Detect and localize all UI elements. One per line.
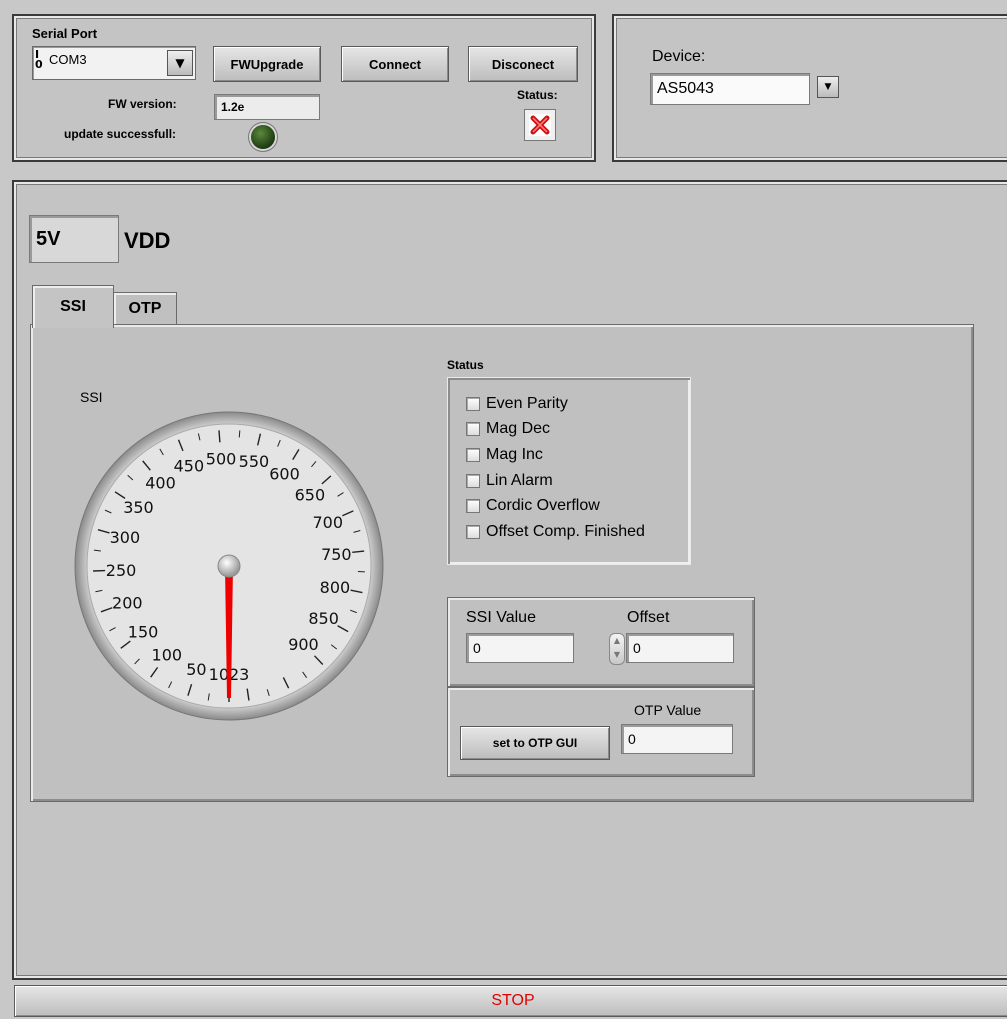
disconnect-button[interactable]: Disconect [468, 46, 578, 82]
status-item-mag-inc: Mag Inc [466, 442, 645, 468]
update-led [251, 125, 275, 149]
gauge-tick-label: 200 [112, 593, 143, 612]
checkbox [466, 499, 480, 514]
set-to-otp-gui-button[interactable]: set to OTP GUI [460, 726, 610, 760]
ssi-value-field: 0 [466, 633, 574, 663]
tab-ssi[interactable]: SSI [32, 285, 114, 328]
status-item-label: Even Parity [486, 394, 568, 412]
offset-stepper-icon[interactable]: ▲ ▼ [609, 633, 625, 665]
gauge-tick-label: 600 [269, 464, 300, 483]
gauge-knob [217, 554, 241, 578]
port-select[interactable]: I0 COM3 ▼ [32, 46, 196, 80]
status-list: Even Parity Mag Dec Mag Inc Lin Alarm Co… [466, 391, 645, 545]
device-dropdown-icon[interactable]: ▼ [817, 76, 839, 98]
status-item-mag-dec: Mag Dec [466, 417, 645, 443]
gauge-tick-label: 750 [321, 545, 352, 564]
gauge-tick-label: 850 [308, 609, 339, 628]
vdd-label: VDD [124, 228, 171, 253]
gauge-tick-label: 550 [239, 452, 270, 471]
status-item-cordic-overflow: Cordic Overflow [466, 493, 645, 519]
gauge-tick-label: 650 [295, 485, 326, 504]
status-item-label: Offset Comp. Finished [486, 522, 645, 540]
ssi-value-label: SSI Value [466, 609, 536, 626]
offset-label: Offset [627, 609, 670, 626]
checkbox [466, 447, 480, 462]
gauge-tick-label: 300 [110, 528, 141, 547]
status-item-label: Cordic Overflow [486, 497, 600, 515]
gauge-tick-label: 350 [123, 498, 154, 517]
tab-otp[interactable]: OTP [113, 292, 177, 325]
io-port-icon: I0 [35, 48, 43, 71]
fw-upgrade-button[interactable]: FWUpgrade [213, 46, 321, 82]
status-item-offset-comp-finished: Offset Comp. Finished [466, 519, 645, 545]
status-item-label: Mag Dec [486, 420, 551, 438]
port-value: COM3 [49, 52, 87, 67]
gauge-tick [218, 430, 221, 443]
device-label: Device: [652, 48, 706, 65]
status-item-even-parity: Even Parity [466, 391, 645, 417]
gauge-label: SSI [80, 389, 103, 405]
gauge-tick-label: 900 [288, 635, 319, 654]
otp-value-label: OTP Value [634, 702, 702, 718]
serial-port-title: Serial Port [32, 26, 98, 41]
gauge-tick-label: 500 [206, 449, 237, 468]
status-item-label: Lin Alarm [486, 471, 553, 489]
connect-button[interactable]: Connect [341, 46, 449, 82]
gauge-tick-label: 100 [152, 645, 183, 664]
gauge-tick-label: 250 [106, 561, 137, 580]
stop-label: STOP [491, 992, 535, 1009]
red-x-icon [524, 109, 556, 141]
ssi-gauge: 50100 150 200 250 300 350 400450 500 550600 650 70… [74, 411, 384, 721]
fw-version-label: FW version: [108, 97, 177, 111]
gauge-tick [238, 430, 241, 438]
chevron-down-icon[interactable]: ▼ [167, 50, 193, 76]
gauge-tick-label: 700 [312, 513, 343, 532]
device-field[interactable]: AS5043 [650, 73, 810, 105]
checkbox [466, 396, 480, 411]
stop-button[interactable]: STOP [14, 985, 1007, 1017]
fw-version-field: 1.2e [214, 94, 320, 120]
gauge-tick-label: 450 [174, 457, 205, 476]
update-label: update successfull: [64, 127, 177, 141]
checkbox [466, 422, 480, 437]
gauge-tick-label: 50 [186, 660, 206, 679]
gauge-tick-label: 400 [145, 474, 176, 493]
gauge-tick-label: 800 [320, 578, 351, 597]
status-item-lin-alarm: Lin Alarm [466, 468, 645, 494]
otp-value-field: 0 [621, 724, 733, 754]
checkbox [466, 473, 480, 488]
checkbox [466, 524, 480, 539]
status-group-title: Status [447, 358, 484, 372]
status-item-label: Mag Inc [486, 445, 543, 463]
vdd-value: 5V [29, 215, 119, 263]
status-label: Status: [517, 88, 558, 102]
offset-field[interactable]: 0 [626, 633, 734, 663]
gauge-tick-label: 150 [128, 622, 159, 641]
